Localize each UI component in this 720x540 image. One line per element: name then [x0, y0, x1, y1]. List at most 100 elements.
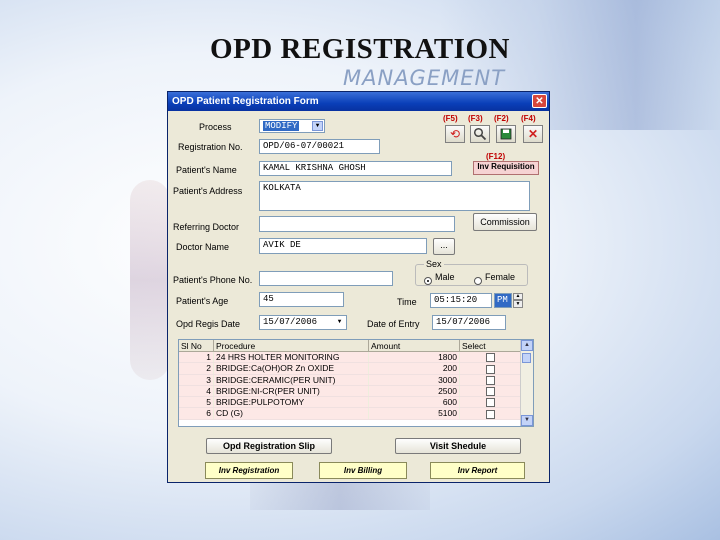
fkey-f5: (F5) [443, 114, 458, 123]
grid-header-procedure: Procedure [213, 340, 369, 352]
reg-date-value: 15/07/2006 [263, 317, 318, 327]
table-row[interactable]: 3 BRIDGE:CERAMIC(PER UNIT) 3000 [179, 374, 522, 386]
grid-header-sl: Sl No [179, 340, 214, 352]
save-icon[interactable] [496, 125, 516, 143]
registration-window: OPD Patient Registration Form ✕ Process … [167, 91, 550, 483]
sex-group: Sex Male Female [415, 259, 528, 286]
row-procedure: BRIDGE:NI-CR(PER UNIT) [213, 385, 369, 398]
doctor-lookup-button[interactable]: ... [433, 238, 455, 255]
fkey-f2: (F2) [494, 114, 509, 123]
chevron-up-icon[interactable]: ▲ [521, 340, 533, 351]
table-row[interactable]: 6 CD (G) 5100 [179, 407, 522, 420]
male-label: Male [435, 272, 455, 282]
entry-date-field[interactable]: 15/07/2006 [432, 315, 506, 330]
row-procedure: BRIDGE:PULPOTOMY [213, 396, 369, 409]
row-procedure: 24 HRS HOLTER MONITORING [213, 351, 369, 364]
window-titlebar: OPD Patient Registration Form ✕ [168, 92, 549, 111]
grid-scrollbar[interactable]: ▲ ▼ [520, 340, 533, 426]
fkey-f3: (F3) [468, 114, 483, 123]
chevron-down-icon[interactable]: ▼ [521, 415, 533, 426]
row-select-checkbox[interactable] [486, 398, 495, 408]
referring-doctor-label: Referring Doctor [173, 222, 240, 232]
row-amount: 5100 [368, 407, 460, 420]
entry-date-label: Date of Entry [367, 319, 420, 329]
slide-subtitle: MANAGEMENT [343, 66, 506, 90]
row-select-checkbox[interactable] [486, 409, 495, 419]
referring-doctor-field[interactable] [259, 216, 455, 232]
chevron-down-icon[interactable]: ▼ [513, 300, 523, 308]
time-field[interactable]: 05:15:20 [430, 293, 492, 308]
row-select-checkbox[interactable] [486, 375, 495, 385]
female-radio[interactable] [474, 272, 482, 290]
row-amount: 1800 [368, 351, 460, 364]
reg-date-field[interactable]: 15/07/2006 ▼ [259, 315, 347, 330]
ampm-field[interactable]: PM [494, 293, 512, 308]
row-procedure: CD (G) [213, 407, 369, 420]
row-sl: 6 [179, 407, 214, 420]
inv-registration-button[interactable]: Inv Registration [205, 462, 293, 479]
doctor-name-field[interactable]: AVIK DE [259, 238, 427, 254]
window-title: OPD Patient Registration Form [172, 96, 319, 107]
inv-requisition-button[interactable]: Inv Requisition [473, 161, 539, 175]
row-procedure: BRIDGE:Ca(OH)OR Zn OXIDE [213, 362, 369, 375]
procedure-table: Sl No Procedure Amount Select 1 24 HRS H… [179, 340, 522, 420]
visit-schedule-button[interactable]: Visit Shedule [395, 438, 521, 454]
delete-icon[interactable]: ✕ [523, 125, 543, 143]
process-label: Process [199, 122, 232, 132]
table-row[interactable]: 2 BRIDGE:Ca(OH)OR Zn OXIDE 200 [179, 362, 522, 375]
grid-header-row: Sl No Procedure Amount Select [179, 340, 522, 352]
table-row[interactable]: 4 BRIDGE:NI-CR(PER UNIT) 2500 [179, 385, 522, 398]
patient-name-field[interactable]: KAMAL KRISHNA GHOSH [259, 161, 452, 176]
female-label: Female [485, 272, 516, 282]
row-select-checkbox[interactable] [486, 387, 495, 396]
row-sl: 2 [179, 362, 214, 375]
chevron-down-icon[interactable]: ▼ [312, 121, 323, 131]
row-select-checkbox[interactable] [486, 353, 495, 363]
procedure-grid[interactable]: Sl No Procedure Amount Select 1 24 HRS H… [178, 339, 534, 427]
opd-registration-slip-button[interactable]: Opd Registration Slip [206, 438, 332, 454]
patient-address-label: Patient's Address [173, 186, 243, 196]
age-field[interactable]: 45 [259, 292, 344, 307]
slide-title: OPD REGISTRATION [210, 33, 510, 65]
patient-name-label: Patient's Name [176, 165, 237, 175]
row-sl: 1 [179, 351, 214, 364]
time-spinner[interactable]: ▲ ▼ [513, 293, 523, 308]
row-amount: 200 [368, 362, 460, 375]
row-procedure: BRIDGE:CERAMIC(PER UNIT) [213, 374, 369, 386]
scrollbar-thumb[interactable] [522, 353, 531, 363]
window-close-button[interactable]: ✕ [532, 94, 547, 108]
patient-address-field[interactable]: KOLKATA [259, 181, 530, 211]
age-label: Patient's Age [176, 296, 229, 306]
fkey-f4: (F4) [521, 114, 536, 123]
registration-no-label: Registration No. [178, 142, 243, 152]
process-select[interactable]: MODIFY ▼ [259, 119, 325, 133]
row-amount: 2500 [368, 385, 460, 398]
chevron-down-icon[interactable]: ▼ [334, 317, 345, 328]
commission-button[interactable]: Commission [473, 213, 537, 231]
phone-field[interactable] [259, 271, 393, 286]
inv-billing-button[interactable]: Inv Billing [319, 462, 407, 479]
registration-no-field[interactable]: OPD/06-07/00021 [259, 139, 380, 154]
process-select-value: MODIFY [263, 121, 300, 131]
doctor-name-label: Doctor Name [176, 242, 230, 252]
refresh-icon[interactable]: ⟲ [445, 125, 465, 143]
row-sl: 5 [179, 396, 214, 409]
inv-report-button[interactable]: Inv Report [430, 462, 525, 479]
fkey-f12: (F12) [486, 152, 506, 161]
row-select-checkbox[interactable] [486, 364, 495, 374]
background-decoration [130, 180, 170, 380]
time-label: Time [397, 297, 417, 307]
search-icon[interactable] [470, 125, 490, 143]
grid-header-amount: Amount [368, 340, 460, 352]
reg-date-label: Opd Regis Date [176, 319, 241, 329]
table-row[interactable]: 1 24 HRS HOLTER MONITORING 1800 [179, 351, 522, 364]
grid-header-select: Select [459, 340, 522, 352]
row-sl: 4 [179, 385, 214, 398]
row-sl: 3 [179, 374, 214, 386]
chevron-up-icon[interactable]: ▲ [513, 293, 523, 300]
phone-label: Patient's Phone No. [173, 275, 253, 285]
row-amount: 3000 [368, 374, 460, 386]
table-row[interactable]: 5 BRIDGE:PULPOTOMY 600 [179, 396, 522, 409]
male-radio[interactable] [424, 272, 432, 290]
sex-label: Sex [424, 259, 444, 269]
